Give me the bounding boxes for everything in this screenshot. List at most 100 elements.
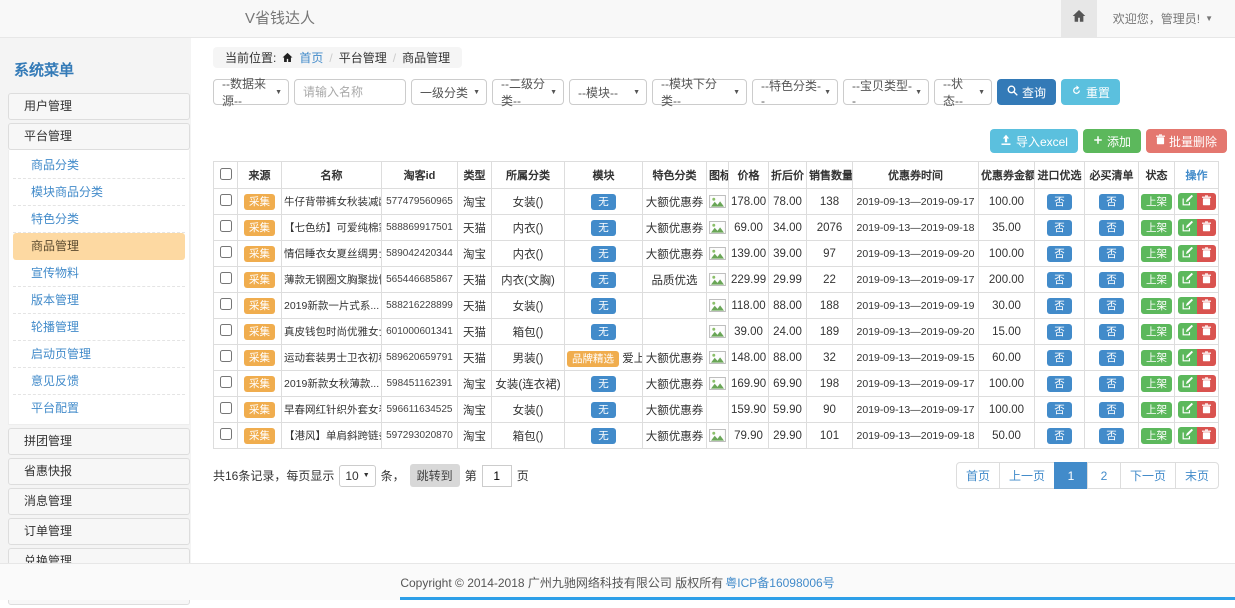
import-toggle-button[interactable]: 否	[1047, 428, 1072, 444]
import-toggle-button[interactable]: 否	[1047, 298, 1072, 314]
import-toggle-button[interactable]: 否	[1047, 402, 1072, 418]
delete-button[interactable]	[1197, 245, 1216, 262]
must-buy-toggle-button[interactable]: 否	[1099, 428, 1124, 444]
filter-select-1[interactable]: --数据来源--▼	[213, 79, 289, 105]
sidebar-group-1[interactable]: 用户管理	[8, 93, 190, 120]
sidebar-item-轮播管理[interactable]: 轮播管理	[13, 314, 185, 341]
sidebar-item-商品分类[interactable]: 商品分类	[13, 152, 185, 179]
jump-button[interactable]: 跳转到	[410, 464, 460, 487]
status-button[interactable]: 上架	[1141, 428, 1172, 444]
sidebar-item-版本管理[interactable]: 版本管理	[13, 287, 185, 314]
import-toggle-button[interactable]: 否	[1047, 194, 1072, 210]
icp-link[interactable]: 粤ICP备16098006号	[725, 574, 834, 591]
must-buy-toggle-button[interactable]: 否	[1099, 376, 1124, 392]
status-button[interactable]: 上架	[1141, 220, 1172, 236]
page-button-末页[interactable]: 末页	[1175, 462, 1219, 489]
must-buy-toggle-button[interactable]: 否	[1099, 324, 1124, 340]
delete-button[interactable]	[1197, 219, 1216, 236]
page-button-上一页[interactable]: 上一页	[999, 462, 1055, 489]
status-button[interactable]: 上架	[1141, 350, 1172, 366]
user-menu[interactable]: 欢迎您，管理员! ▼	[1097, 0, 1235, 37]
page-button-1[interactable]: 1	[1054, 462, 1088, 489]
sidebar-group-3[interactable]: 拼团管理	[8, 428, 190, 455]
jump-page-input[interactable]	[482, 465, 512, 487]
status-button[interactable]: 上架	[1141, 298, 1172, 314]
import-toggle-button[interactable]: 否	[1047, 324, 1072, 340]
must-buy-toggle-button[interactable]: 否	[1099, 220, 1124, 236]
must-buy-toggle-button[interactable]: 否	[1099, 402, 1124, 418]
status-button[interactable]: 上架	[1141, 272, 1172, 288]
select-all-checkbox[interactable]	[220, 168, 232, 180]
sidebar-item-启动页管理[interactable]: 启动页管理	[13, 341, 185, 368]
must-buy-toggle-button[interactable]: 否	[1099, 246, 1124, 262]
filter-select-8[interactable]: --状态--▼	[934, 79, 992, 105]
import-toggle-button[interactable]: 否	[1047, 350, 1072, 366]
filter-select-3[interactable]: --二级分类--▼	[492, 79, 564, 105]
status-button[interactable]: 上架	[1141, 376, 1172, 392]
breadcrumb-home-link[interactable]: 首页	[299, 49, 323, 66]
row-checkbox[interactable]	[220, 376, 232, 388]
delete-button[interactable]	[1197, 375, 1216, 392]
filter-select-4[interactable]: --模块--▼	[569, 79, 647, 105]
delete-button[interactable]	[1197, 427, 1216, 444]
batch-delete-button[interactable]: 批量删除	[1146, 129, 1227, 153]
row-checkbox[interactable]	[220, 272, 232, 284]
search-button[interactable]: 查询	[997, 79, 1056, 105]
edit-button[interactable]	[1178, 323, 1197, 340]
must-buy-toggle-button[interactable]: 否	[1099, 350, 1124, 366]
sidebar-item-平台配置[interactable]: 平台配置	[13, 395, 185, 422]
status-button[interactable]: 上架	[1141, 402, 1172, 418]
row-checkbox[interactable]	[220, 246, 232, 258]
edit-button[interactable]	[1178, 349, 1197, 366]
page-button-下一页[interactable]: 下一页	[1120, 462, 1176, 489]
filter-select-7[interactable]: --宝贝类型--▼	[843, 79, 929, 105]
sidebar-group-2[interactable]: 平台管理	[8, 123, 190, 150]
status-button[interactable]: 上架	[1141, 324, 1172, 340]
filter-select-5[interactable]: --模块下分类--▼	[652, 79, 747, 105]
row-checkbox[interactable]	[220, 402, 232, 414]
delete-button[interactable]	[1197, 193, 1216, 210]
edit-button[interactable]	[1178, 427, 1197, 444]
page-button-2[interactable]: 2	[1087, 462, 1121, 489]
must-buy-toggle-button[interactable]: 否	[1099, 298, 1124, 314]
edit-button[interactable]	[1178, 375, 1197, 392]
must-buy-toggle-button[interactable]: 否	[1099, 194, 1124, 210]
sidebar-group-5[interactable]: 消息管理	[8, 488, 190, 515]
edit-button[interactable]	[1178, 271, 1197, 288]
home-button[interactable]	[1061, 0, 1097, 37]
import-toggle-button[interactable]: 否	[1047, 246, 1072, 262]
edit-button[interactable]	[1178, 297, 1197, 314]
row-checkbox[interactable]	[220, 220, 232, 232]
row-checkbox[interactable]	[220, 324, 232, 336]
sidebar-group-6[interactable]: 订单管理	[8, 518, 190, 545]
delete-button[interactable]	[1197, 349, 1216, 366]
row-checkbox[interactable]	[220, 428, 232, 440]
import-excel-button[interactable]: 导入excel	[990, 129, 1078, 153]
row-checkbox[interactable]	[220, 298, 232, 310]
delete-button[interactable]	[1197, 297, 1216, 314]
import-toggle-button[interactable]: 否	[1047, 376, 1072, 392]
edit-button[interactable]	[1178, 245, 1197, 262]
delete-button[interactable]	[1197, 271, 1216, 288]
delete-button[interactable]	[1197, 323, 1216, 340]
row-checkbox[interactable]	[220, 350, 232, 362]
status-button[interactable]: 上架	[1141, 194, 1172, 210]
sidebar-item-模块商品分类[interactable]: 模块商品分类	[13, 179, 185, 206]
delete-button[interactable]	[1197, 401, 1216, 418]
sidebar-group-4[interactable]: 省惠快报	[8, 458, 190, 485]
sidebar-item-宣传物料[interactable]: 宣传物料	[13, 260, 185, 287]
edit-button[interactable]	[1178, 193, 1197, 210]
row-checkbox[interactable]	[220, 194, 232, 206]
sidebar-item-特色分类[interactable]: 特色分类	[13, 206, 185, 233]
sidebar-item-意见反馈[interactable]: 意见反馈	[13, 368, 185, 395]
status-button[interactable]: 上架	[1141, 246, 1172, 262]
page-size-select[interactable]: 10 ▼	[339, 465, 375, 487]
page-button-首页[interactable]: 首页	[956, 462, 1000, 489]
must-buy-toggle-button[interactable]: 否	[1099, 272, 1124, 288]
edit-button[interactable]	[1178, 401, 1197, 418]
sidebar-item-商品管理[interactable]: 商品管理	[13, 233, 185, 260]
reset-button[interactable]: 重置	[1061, 79, 1120, 105]
edit-button[interactable]	[1178, 219, 1197, 236]
name-search-input[interactable]	[294, 79, 406, 105]
add-button[interactable]: 添加	[1083, 129, 1141, 153]
